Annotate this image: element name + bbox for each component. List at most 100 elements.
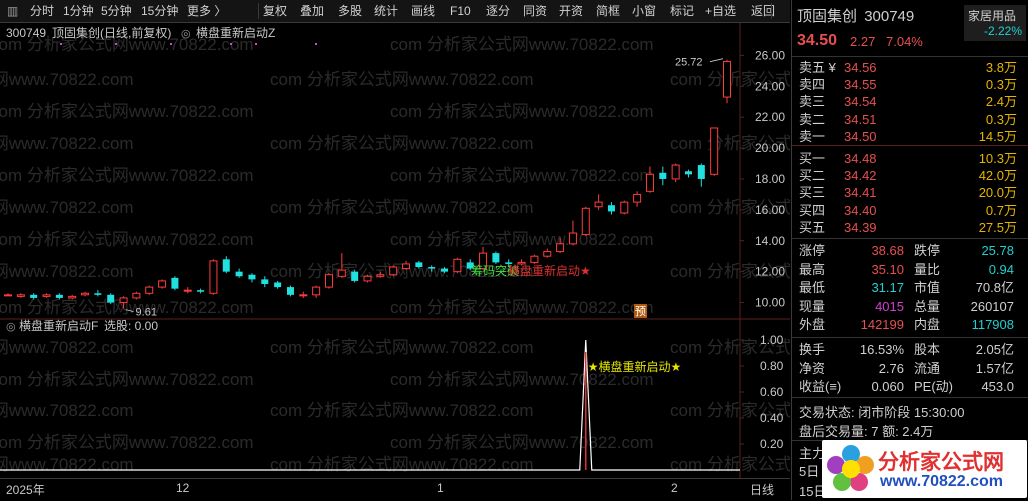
sector-change: -2.22% (983, 24, 1022, 38)
quote-panel: 顶固集创 300749 家居用品 -2.22% 34.50 2.27 7.04%… (791, 0, 1028, 500)
watermark-text: com 分析家公式网www.70822.com (0, 102, 254, 121)
toolbar-huaxian-button[interactable]: 画线 (411, 0, 435, 22)
order-volume: 0.3万 (985, 77, 1017, 93)
toolbar-fenshi-button[interactable]: 分时 (30, 0, 54, 22)
toolbar-f10-button[interactable]: F10 (450, 0, 471, 22)
candle-body-down (286, 287, 294, 295)
stat-l2: 市值 (914, 280, 941, 296)
toolbar-tongzi-button[interactable]: 同资 (523, 0, 547, 22)
order-volume: 2.4万 (985, 94, 1017, 110)
order-price: 34.56 (844, 60, 877, 75)
order-book-row[interactable]: 买二 34.42 42.0万 (792, 167, 1028, 184)
watermark-text: com 分析家公式网www.70822.com (0, 230, 254, 249)
order-book-row[interactable]: 买三 34.41 20.0万 (792, 184, 1028, 201)
candle-body-up (568, 232, 577, 245)
toolbar-kaizi-button[interactable]: 开资 (559, 0, 583, 22)
watermark-text: com 分析家公式网www.70822.com (670, 455, 790, 474)
indicator-settings-icon: ◎ (181, 28, 191, 40)
stat-l1: 换手 (799, 342, 826, 357)
divider (792, 397, 1028, 398)
toolbar-15min-button[interactable]: 15分钟 (141, 0, 178, 22)
watermark-text: com 分析家公式网www.70822.com (390, 230, 654, 249)
high-price-label: 25.72 (675, 57, 703, 69)
order-book-row[interactable]: 卖三 34.54 2.4万 (792, 93, 1028, 110)
chart-area[interactable]: com 分析家公式网www.70822.com com 分析家公式网www.708… (0, 23, 790, 478)
order-volume: 0.7万 (985, 202, 1017, 218)
toolbar-more-button[interactable]: 更多 〉 (187, 0, 226, 22)
watermark-text: com 分析家公式网www.70822.com (390, 102, 654, 121)
divider (792, 56, 1028, 57)
stat-l2: 股本 (914, 342, 941, 357)
candle-body-down (261, 279, 269, 285)
candle-body-down (94, 293, 102, 295)
watermark-text: com 分析家公式网www.70822.com (0, 166, 254, 185)
candle-body-up (645, 173, 654, 192)
toolbar-1min-button[interactable]: 1分钟 (63, 0, 94, 22)
toolbar-add-favorite-button[interactable]: +自选 (705, 0, 736, 22)
date-label-jan: 1 (437, 481, 444, 495)
watermark-text: com 分析家公式网www.70822.com (390, 166, 654, 185)
chart-code: 300749 (6, 26, 46, 40)
candle-body-down (428, 267, 436, 269)
candle-body-up (312, 286, 321, 296)
candle-body-down (415, 262, 423, 268)
sub-tick-label: 0.60 (760, 385, 784, 399)
candle-body-up (132, 292, 141, 299)
date-label-feb: 2 (671, 481, 678, 495)
order-level-label: 买一 (799, 151, 826, 166)
stat-l1: 收益(≡) (799, 379, 842, 394)
order-volume: 0.3万 (985, 111, 1017, 127)
candle-body-up (158, 280, 167, 288)
watermark-text: com 分析家公式网www.70822.com (270, 455, 534, 474)
toolbar-jiankuang-button[interactable]: 简框 (596, 0, 620, 22)
candle-body-up (363, 275, 372, 282)
stat-l1: 外盘 (799, 317, 826, 333)
date-label-dec: 12 (176, 481, 190, 495)
order-level-label: 买四 (799, 202, 826, 218)
kline-chart-svg[interactable]: com 分析家公式网www.70822.com com 分析家公式网www.708… (0, 23, 790, 478)
toolbar-5min-button[interactable]: 5分钟 (101, 0, 132, 22)
order-book-row[interactable]: 卖五 ¥ 34.56 3.8万 (792, 59, 1028, 76)
candle-body-down (248, 274, 256, 280)
order-book-row[interactable]: 买五 34.39 27.5万 (792, 219, 1028, 236)
order-level-label: 卖五 ¥ (799, 60, 836, 75)
toolbar-biaoji-button[interactable]: 标记 (670, 0, 694, 22)
low-price-label: 9.61 (136, 307, 157, 319)
chart-layout-icon[interactable]: ▥ (7, 0, 18, 22)
stat-v1: 4015 (875, 298, 904, 314)
stat-v1: 2.76 (878, 360, 904, 376)
candle-body-up (671, 164, 680, 180)
toolbar-zhufen-button[interactable]: 逐分 (486, 0, 510, 22)
candle-body-up (581, 207, 590, 236)
order-book-row[interactable]: 买一 34.48 10.3万 (792, 150, 1028, 167)
marker-dot (115, 43, 117, 45)
candle-body-down (197, 290, 205, 292)
toolbar-tongji-button[interactable]: 统计 (374, 0, 398, 22)
stat-v2: 260107 (970, 298, 1014, 314)
order-price: 34.54 (844, 94, 877, 110)
stat-l2: PE(动) (914, 379, 954, 394)
price-change-pct: 7.04% (886, 34, 923, 49)
sector-box[interactable]: 家居用品 -2.22% (964, 5, 1026, 41)
order-price: 34.50 (844, 128, 877, 144)
order-volume: 3.8万 (985, 60, 1017, 75)
toolbar-diejia-button[interactable]: 叠加 (300, 0, 324, 22)
period-label[interactable]: 日线 (750, 481, 774, 498)
stats-row: 涨停 38.68 跌停 25.78 (792, 242, 1028, 259)
order-book-row[interactable]: 卖二 34.51 0.3万 (792, 111, 1028, 128)
stat-v1: 0.060 (871, 379, 904, 394)
toolbar-fuquan-button[interactable]: 复权 (263, 0, 287, 22)
stats-row: 换手 16.53% 股本 2.05亿 (792, 341, 1028, 358)
candle-body-up (453, 258, 462, 273)
toolbar-duogu-button[interactable]: 多股 (338, 0, 362, 22)
candle-body-up (145, 286, 154, 294)
toolbar-xiaochuang-button[interactable]: 小窗 (632, 0, 656, 22)
stat-l2: 总量 (914, 298, 941, 314)
order-book-row[interactable]: 卖四 34.55 0.3万 (792, 76, 1028, 93)
order-price: 34.39 (844, 219, 877, 235)
watermark-text: com 分析家公式网www.70822.com (0, 70, 134, 89)
order-book-row[interactable]: 卖一 34.50 14.5万 (792, 128, 1028, 145)
order-book-row[interactable]: 买四 34.40 0.7万 (792, 202, 1028, 219)
stats-row: 最高 35.10 量比 0.94 (792, 261, 1028, 278)
candle-body-up (16, 294, 25, 297)
